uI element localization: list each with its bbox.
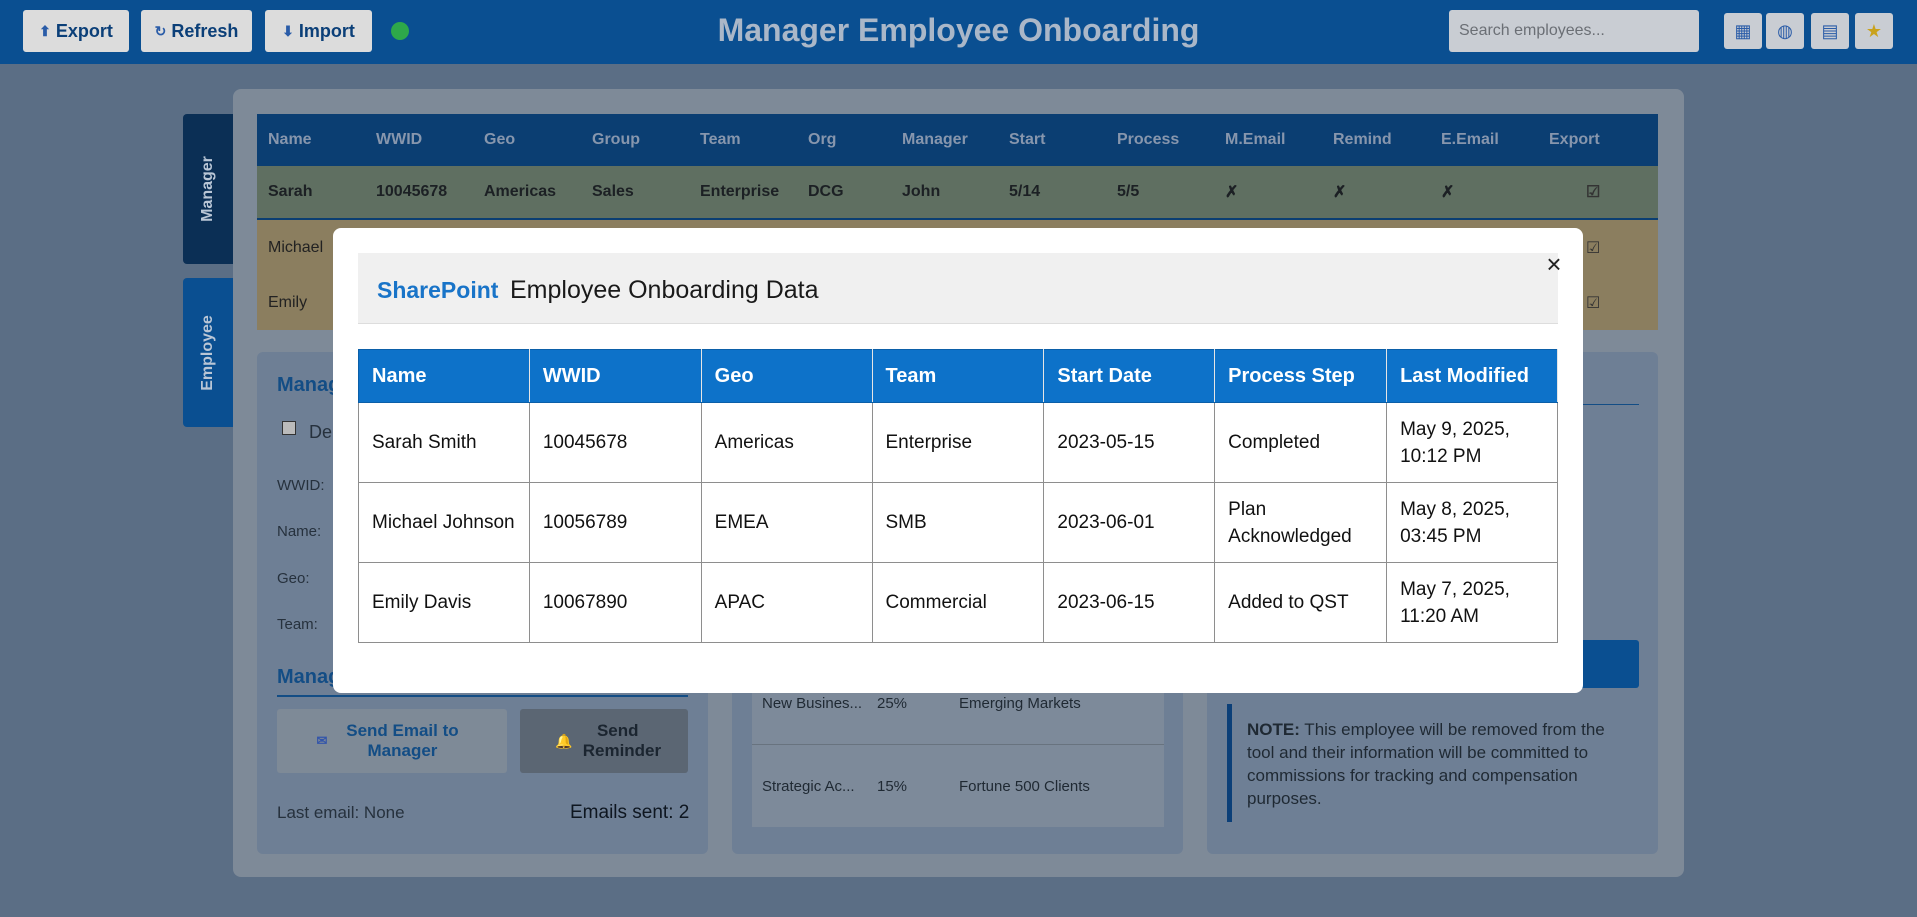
col-header: Start Date — [1043, 349, 1216, 403]
cell-wwid: 10045678 — [528, 402, 702, 483]
col-header: Last Modified — [1386, 349, 1558, 403]
cell-team: Enterprise — [871, 402, 1045, 483]
col-header: Team — [871, 349, 1045, 403]
sharepoint-data-table: Name WWID Geo Team Start Date Process St… — [358, 349, 1558, 643]
cell-name: Michael Johnson — [358, 482, 530, 563]
col-header: Process Step — [1214, 349, 1388, 403]
cell-start-date: 2023-06-15 — [1043, 562, 1216, 643]
cell-last-modified: May 9, 2025, 10:12 PM — [1386, 402, 1558, 483]
modal-title: Employee Onboarding Data — [510, 276, 819, 304]
modal-header: SharePoint Employee Onboarding Data — [358, 253, 1558, 324]
cell-last-modified: May 7, 2025, 11:20 AM — [1386, 562, 1558, 643]
cell-wwid: 10067890 — [528, 562, 702, 643]
cell-last-modified: May 8, 2025, 03:45 PM — [1386, 482, 1558, 563]
cell-team: Commercial — [871, 562, 1045, 643]
cell-team: SMB — [871, 482, 1045, 563]
table-row: Michael Johnson 10056789 EMEA SMB 2023-0… — [358, 482, 1558, 563]
col-header: Name — [358, 349, 530, 403]
table-header-row: Name WWID Geo Team Start Date Process St… — [358, 349, 1558, 403]
table-row: Emily Davis 10067890 APAC Commercial 202… — [358, 562, 1558, 643]
table-row: Sarah Smith 10045678 Americas Enterprise… — [358, 402, 1558, 483]
cell-process-step: Completed — [1214, 402, 1388, 483]
cell-geo: EMEA — [700, 482, 873, 563]
cell-start-date: 2023-05-15 — [1043, 402, 1216, 483]
sharepoint-logo: SharePoint — [377, 277, 499, 303]
cell-start-date: 2023-06-01 — [1043, 482, 1216, 563]
cell-name: Emily Davis — [358, 562, 530, 643]
close-icon[interactable]: × — [1534, 249, 1574, 279]
cell-geo: Americas — [700, 402, 873, 483]
cell-name: Sarah Smith — [358, 402, 530, 483]
col-header: Geo — [700, 349, 873, 403]
col-header: WWID — [528, 349, 702, 403]
cell-process-step: Plan Acknowledged — [1214, 482, 1388, 563]
cell-process-step: Added to QST — [1214, 562, 1388, 643]
cell-wwid: 10056789 — [528, 482, 702, 563]
cell-geo: APAC — [700, 562, 873, 643]
